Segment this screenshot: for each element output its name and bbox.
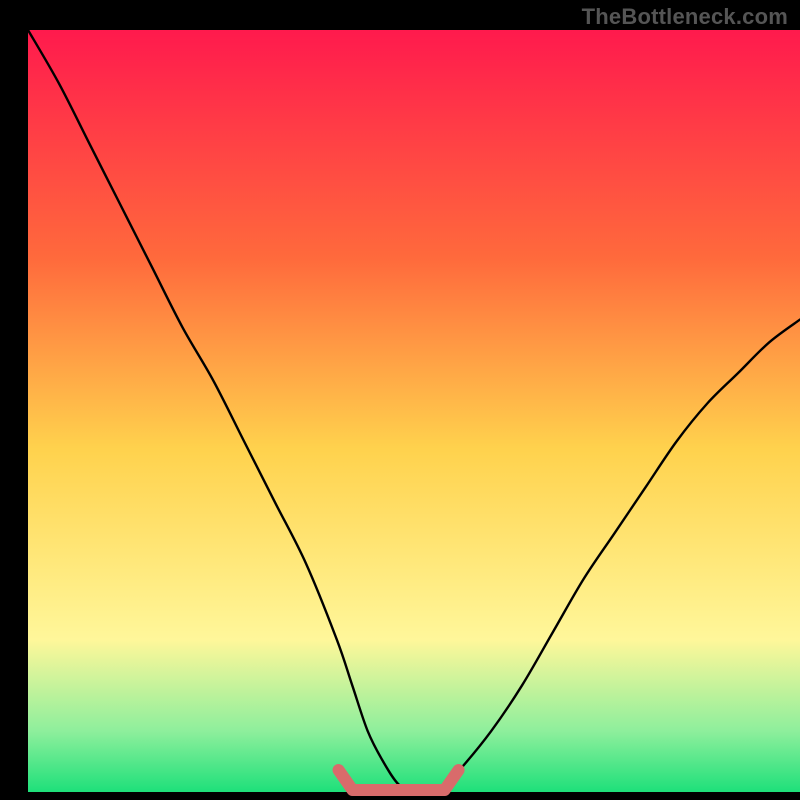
bottleneck-chart <box>0 0 800 800</box>
chart-frame: TheBottleneck.com <box>0 0 800 800</box>
gradient-background <box>28 30 800 792</box>
watermark-label: TheBottleneck.com <box>582 4 788 30</box>
